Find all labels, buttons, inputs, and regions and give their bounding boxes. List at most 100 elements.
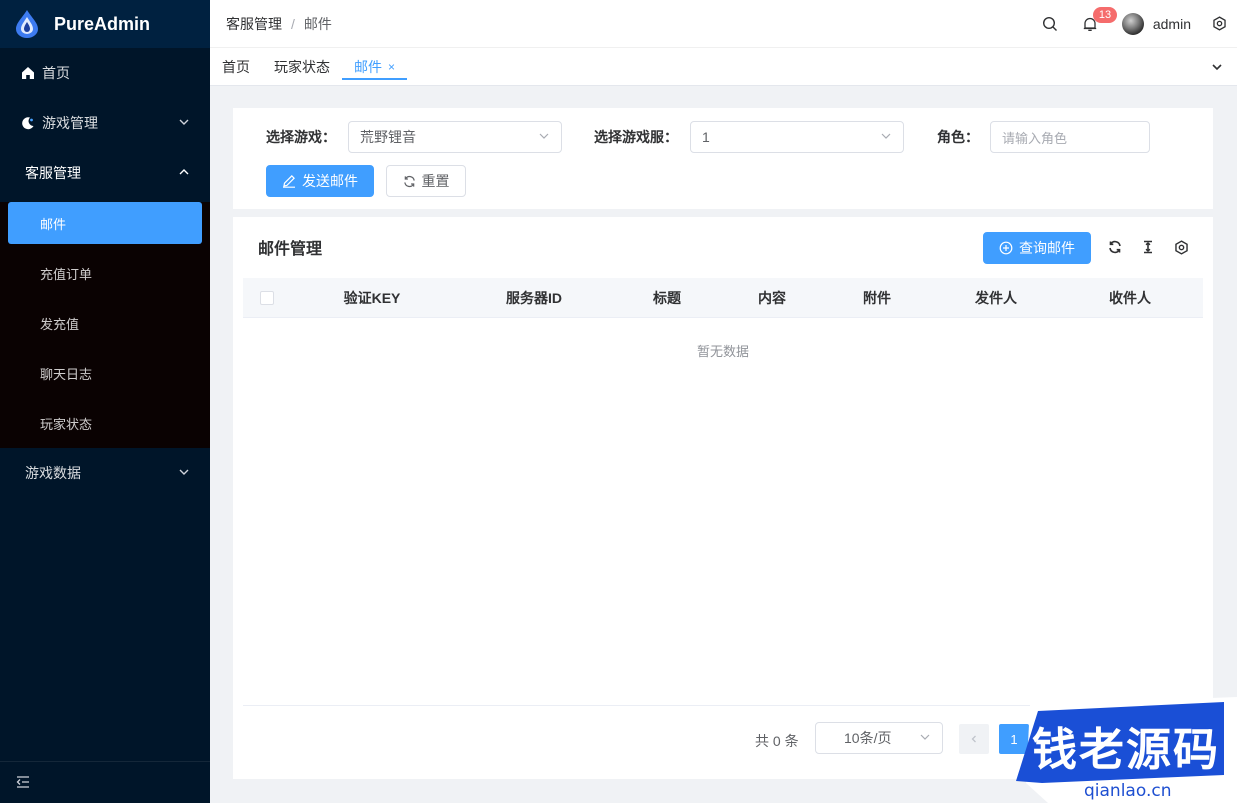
breadcrumb-item[interactable]: 客服管理	[226, 14, 282, 34]
send-mail-button[interactable]: 发送邮件	[266, 165, 374, 197]
sidebar-item-label: 充值订单	[40, 266, 93, 282]
sidebar-item-player-status[interactable]: 玩家状态	[0, 398, 210, 448]
pagination-total: 共 0 条	[755, 733, 799, 749]
table-settings-button[interactable]	[1170, 236, 1192, 258]
sidebar-item-mail[interactable]: 邮件	[8, 202, 202, 244]
avatar	[1121, 12, 1144, 35]
column-header[interactable]: 附件	[863, 278, 891, 318]
column-header[interactable]: 标题	[653, 278, 681, 318]
role-input[interactable]: 请输入角色	[990, 121, 1150, 153]
logo-icon	[16, 10, 38, 38]
sidebar-item-chat-log[interactable]: 聊天日志	[0, 348, 210, 398]
moon-icon	[20, 115, 36, 131]
breadcrumb: 客服管理 / 邮件	[210, 14, 332, 34]
sidebar-item-recharge-orders[interactable]: 充值订单	[0, 248, 210, 298]
close-icon[interactable]: ×	[388, 60, 395, 74]
gear-icon	[1174, 239, 1188, 255]
sidebar-item-label: 首页	[42, 65, 70, 81]
chevron-down-icon	[178, 115, 190, 131]
density-button[interactable]	[1137, 236, 1159, 258]
reset-label: 重置	[421, 173, 450, 189]
logo[interactable]: PureAdmin	[0, 0, 210, 48]
search-form: 选择游戏： 荒野锂音 选择游戏服： 1 角色： 请输入角色 发送邮件 重置	[233, 108, 1213, 209]
page-size-value: 10条/页	[844, 730, 892, 746]
sidebar-item-label: 游戏管理	[42, 115, 98, 131]
sidebar-item-label: 玩家状态	[40, 416, 93, 432]
watermark-text: 钱老源码	[1032, 723, 1221, 776]
settings-button[interactable]	[1201, 0, 1237, 48]
column-header[interactable]: 发件人	[975, 278, 1017, 318]
sidebar-item-label: 聊天日志	[40, 366, 93, 382]
form-row: 选择游戏： 荒野锂音 选择游戏服： 1 角色： 请输入角色	[233, 121, 1213, 153]
role-input-placeholder: 请输入角色	[1002, 130, 1068, 146]
app-name: PureAdmin	[54, 13, 151, 34]
query-mail-button[interactable]: 查询邮件	[983, 232, 1091, 264]
send-mail-label: 发送邮件	[302, 173, 358, 189]
column-header[interactable]: 服务器ID	[506, 278, 562, 318]
chevron-down-icon	[919, 730, 931, 746]
sidebar-item-game-data[interactable]: 游戏数据	[0, 448, 210, 498]
server-select[interactable]: 1	[690, 121, 904, 153]
sidebar-item-home[interactable]: 首页	[0, 48, 210, 98]
query-mail-label: 查询邮件	[1019, 240, 1075, 256]
sidebar-item-label: 发充值	[40, 316, 80, 332]
sidebar-item-label: 游戏数据	[25, 465, 81, 481]
column-header[interactable]: 内容	[758, 278, 786, 318]
user-menu[interactable]: admin	[1110, 12, 1201, 35]
prev-page-button[interactable]	[959, 724, 989, 754]
select-all-checkbox[interactable]	[260, 291, 274, 305]
chevron-down-icon	[178, 465, 190, 481]
chevron-down-icon	[1212, 63, 1222, 70]
sidebar-item-label: 客服管理	[25, 165, 81, 181]
customer-service-submenu: 邮件 充值订单 发充值 聊天日志 玩家状态	[0, 202, 210, 448]
sidebar: PureAdmin 首页 游戏管理 客服管理 邮件 充值订单 发充值 聊天日志 …	[0, 0, 210, 803]
tabs-bar: 首页 玩家状态 邮件 ×	[210, 48, 1237, 86]
table-title: 邮件管理	[258, 241, 323, 258]
username: admin	[1152, 15, 1191, 32]
top-header: 客服管理 / 邮件 13 admin	[210, 0, 1237, 48]
home-icon	[20, 65, 36, 81]
tabs-menu-button[interactable]	[1197, 48, 1237, 86]
column-header[interactable]: 验证KEY	[344, 278, 401, 318]
sidebar-item-label: 邮件	[40, 216, 67, 232]
game-select-value: 荒野锂音	[360, 129, 416, 145]
column-height-icon	[1144, 240, 1152, 254]
gear-icon	[1212, 16, 1226, 31]
sidebar-item-customer-service[interactable]: 客服管理	[0, 148, 210, 198]
edit-icon	[283, 175, 295, 188]
menu-fold-icon	[16, 775, 30, 791]
game-label: 选择游戏：	[266, 129, 336, 145]
watermark: 钱老源码 qianlao.cn	[1012, 697, 1237, 803]
chevron-left-icon	[971, 735, 976, 743]
reset-button[interactable]: 重置	[386, 165, 466, 197]
notification-badge: 13	[1092, 6, 1118, 23]
tab-home[interactable]: 首页	[210, 48, 262, 86]
chevron-down-icon	[880, 129, 892, 145]
header-actions: 13 admin	[1030, 0, 1237, 48]
search-button[interactable]	[1030, 0, 1070, 48]
tab-label: 玩家状态	[274, 58, 330, 75]
plus-circle-icon	[999, 241, 1013, 255]
sidebar-item-game-management[interactable]: 游戏管理	[0, 98, 210, 148]
breadcrumb-item: 邮件	[303, 15, 332, 32]
tab-mail[interactable]: 邮件 ×	[342, 48, 408, 86]
watermark-url: qianlao.cn	[1084, 781, 1172, 801]
tab-label: 邮件	[354, 58, 382, 75]
chevron-up-icon	[178, 165, 190, 181]
tab-label: 首页	[222, 58, 250, 75]
sidebar-item-send-recharge[interactable]: 发充值	[0, 298, 210, 348]
tab-player-status[interactable]: 玩家状态	[262, 48, 342, 86]
server-select-value: 1	[702, 129, 710, 145]
mail-table-card: 邮件管理 查询邮件 验证KEY 服务器ID 标题 内容 附件 发件人 收件人 暂…	[233, 217, 1213, 779]
notification-button[interactable]: 13	[1070, 0, 1118, 48]
page-size-select[interactable]: 10条/页	[815, 722, 943, 754]
game-select[interactable]: 荒野锂音	[348, 121, 562, 153]
collapse-sidebar-button[interactable]	[0, 761, 210, 803]
table-header: 验证KEY 服务器ID 标题 内容 附件 发件人 收件人	[243, 278, 1203, 318]
role-label: 角色：	[937, 129, 979, 145]
server-label: 选择游戏服：	[594, 129, 678, 145]
refresh-icon	[1109, 240, 1121, 254]
column-header[interactable]: 收件人	[1109, 278, 1151, 318]
refresh-table-button[interactable]	[1104, 236, 1126, 258]
breadcrumb-separator: /	[291, 15, 295, 32]
